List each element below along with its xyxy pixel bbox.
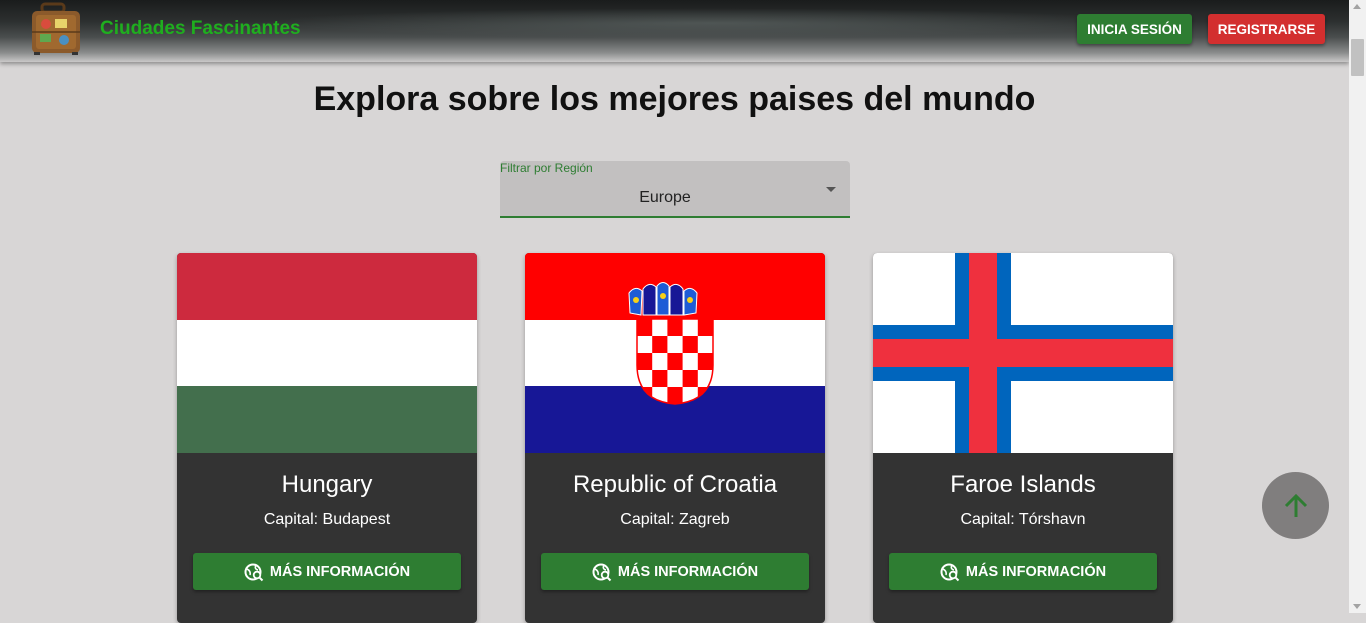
travel-explore-icon bbox=[940, 563, 960, 581]
country-name: Hungary bbox=[281, 471, 373, 498]
app-header: Ciudades Fascinantes INICIA SESIÓN REGIS… bbox=[0, 0, 1349, 62]
country-name: Republic of Croatia bbox=[572, 471, 778, 498]
scroll-to-top-button[interactable] bbox=[1262, 472, 1329, 539]
brand-title[interactable]: Ciudades Fascinantes bbox=[100, 18, 301, 40]
header-background-blur bbox=[260, 8, 1160, 38]
region-filter-label: Filtrar por Región bbox=[500, 161, 593, 175]
dropdown-arrow-icon[interactable] bbox=[826, 187, 836, 192]
scroll-down-arrow-icon[interactable] bbox=[1353, 604, 1361, 609]
country-card-faroe-islands: Faroe Islands Capital: Tórshavn MÁS INFO… bbox=[873, 253, 1173, 623]
country-capital: Capital: Tórshavn bbox=[960, 511, 1086, 528]
region-filter-value[interactable]: Europe bbox=[500, 189, 830, 207]
country-capital: Capital: Budapest bbox=[263, 511, 391, 528]
more-info-button[interactable]: MÁS INFORMACIÓN bbox=[889, 553, 1157, 590]
more-info-label: MÁS INFORMACIÓN bbox=[269, 563, 411, 580]
arrow-up-icon bbox=[1284, 493, 1307, 517]
more-info-label: MÁS INFORMACIÓN bbox=[617, 563, 759, 580]
travel-explore-icon bbox=[244, 563, 264, 581]
croatia-flag bbox=[525, 253, 825, 453]
scroll-thumb[interactable] bbox=[1351, 39, 1364, 76]
suitcase-icon[interactable] bbox=[28, 2, 86, 56]
country-card-croatia: Republic of Croatia Capital: Zagreb MÁS … bbox=[525, 253, 825, 623]
page-title: Explora sobre los mejores paises del mun… bbox=[313, 80, 1036, 118]
country-card-hungary: Hungary Capital: Budapest MÁS INFORMACIÓ… bbox=[177, 253, 477, 623]
more-info-button[interactable]: MÁS INFORMACIÓN bbox=[541, 553, 809, 590]
country-capital: Capital: Zagreb bbox=[620, 511, 730, 528]
more-info-label: MÁS INFORMACIÓN bbox=[965, 563, 1107, 580]
faroe-flag bbox=[873, 253, 1173, 453]
hungary-flag bbox=[177, 253, 477, 453]
register-button[interactable]: REGISTRARSE bbox=[1208, 14, 1325, 44]
travel-explore-icon bbox=[592, 563, 612, 581]
scroll-up-arrow-icon[interactable] bbox=[1353, 4, 1361, 9]
more-info-button[interactable]: MÁS INFORMACIÓN bbox=[193, 553, 461, 590]
region-filter-select[interactable]: Filtrar por Región Europe bbox=[500, 161, 850, 218]
country-name: Faroe Islands bbox=[950, 471, 1096, 498]
vertical-scrollbar[interactable] bbox=[1349, 0, 1366, 613]
login-button[interactable]: INICIA SESIÓN bbox=[1077, 14, 1192, 44]
